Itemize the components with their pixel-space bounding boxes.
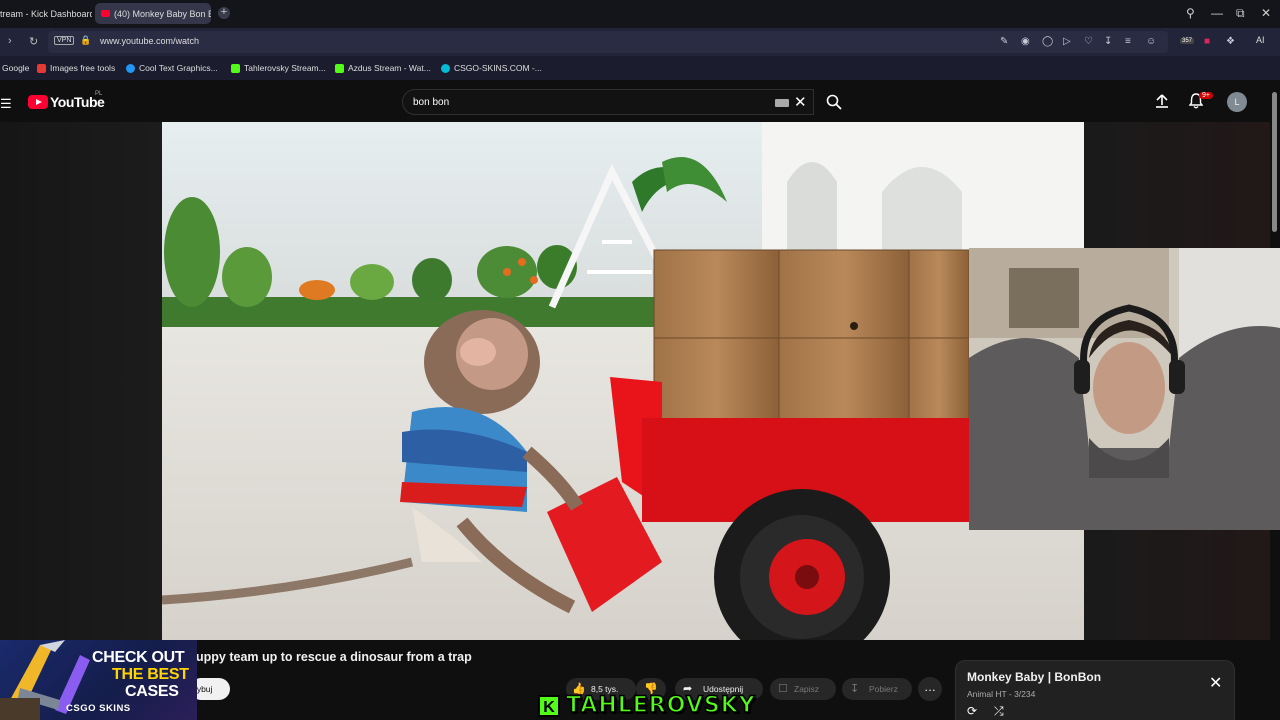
bookmark-csgo-skins[interactable]: CSGO-SKINS.COM -...: [441, 63, 542, 73]
more-actions-button[interactable]: …: [918, 677, 942, 701]
playlist-subtitle: Animal HT - 3/234: [967, 689, 1036, 699]
streamer-name: TAHLEROVSKY: [565, 692, 756, 719]
restore-icon[interactable]: ⧉: [1236, 6, 1245, 21]
loop-icon[interactable]: ⟳: [967, 704, 977, 718]
search-input[interactable]: bon bon ✕: [402, 89, 814, 115]
youtube-logo[interactable]: YouTube PL: [28, 91, 105, 110]
screen: tream - Kick Dashboard (40) Monkey Baby …: [0, 0, 1280, 720]
download-button[interactable]: ↧ Pobierz: [842, 678, 912, 700]
bookmark-azdus-stream[interactable]: Azdus Stream - Wat...: [335, 63, 431, 73]
player-left-backdrop: [0, 122, 162, 642]
download-icon[interactable]: ↧: [1104, 36, 1112, 47]
search-tabs-icon[interactable]: ⚲: [1186, 6, 1195, 20]
ad-headline-3: CASES: [125, 683, 179, 700]
save-button[interactable]: ☐ Zapisz: [770, 678, 836, 700]
browser-tab-bar: tream - Kick Dashboard (40) Monkey Baby …: [0, 0, 1280, 28]
avatar[interactable]: L: [1227, 92, 1247, 112]
shuffle-icon[interactable]: ⤮: [994, 704, 1004, 719]
edit-icon[interactable]: ✎: [1000, 36, 1008, 47]
bookmark-label: Cool Text Graphics...: [139, 63, 218, 73]
keyboard-icon[interactable]: [775, 99, 789, 107]
download-arrow-icon: ↧: [850, 683, 860, 695]
url-text[interactable]: www.youtube.com/watch: [100, 36, 199, 46]
extension-counter-badge[interactable]: 357: [1180, 38, 1195, 44]
youtube-header: ☰ YouTube PL bon bon ✕ 9+ L: [0, 80, 1280, 122]
kick-icon: [231, 63, 240, 73]
country-code: PL: [95, 91, 103, 97]
video-frame-image: [162, 122, 1084, 640]
play-icon[interactable]: ▷: [1063, 36, 1071, 47]
browser-address-bar: › ↻ VPN 🔒 www.youtube.com/watch ✎ ◉ ◯ ▷ …: [0, 28, 1280, 56]
page-scrollbar-thumb[interactable]: [1272, 92, 1277, 232]
close-playlist-icon[interactable]: ✕: [1209, 673, 1222, 693]
bookmark-favicon-icon: [37, 63, 46, 73]
bookmark-tahlerovsky-stream[interactable]: Tahlerovsky Stream...: [231, 63, 326, 73]
close-window-icon[interactable]: ✕: [1261, 6, 1271, 20]
tab-youtube-video[interactable]: (40) Monkey Baby Bon Bo: [95, 3, 211, 24]
playlist-title: Monkey Baby | BonBon: [967, 670, 1102, 684]
minimize-icon[interactable]: —: [1211, 6, 1223, 20]
bookmarks-bar: Google Images free tools Cool Text Graph…: [0, 56, 1280, 80]
youtube-favicon-icon: [101, 10, 110, 17]
hamburger-menu-icon[interactable]: ☰: [0, 96, 12, 112]
bookmark-label: CSGO-SKINS.COM -...: [454, 63, 542, 73]
bookmark-favicon-icon: [441, 63, 450, 73]
camera-icon[interactable]: ◉: [1021, 36, 1030, 47]
bookmark-google[interactable]: Google: [2, 63, 29, 73]
playlist-panel[interactable]: Monkey Baby | BonBon Animal HT - 3/234 ✕…: [955, 660, 1235, 720]
search-icon: [826, 94, 842, 110]
video-player[interactable]: [162, 122, 1084, 640]
ad-headline-2: THE BEST: [112, 666, 189, 683]
tab-label: tream - Kick Dashboard: [0, 8, 92, 19]
webcam-image: [969, 248, 1280, 530]
kick-icon: [335, 63, 344, 73]
bookmark-label: Tahlerovsky Stream...: [244, 63, 326, 73]
lock-icon[interactable]: 🔒: [80, 35, 91, 46]
download-label: Pobierz: [869, 684, 898, 694]
ad-headline-1: CHECK OUT: [92, 649, 185, 666]
kick-logo-icon: K: [538, 694, 560, 717]
bookmark-icon: ☐: [778, 683, 788, 695]
menu-icon[interactable]: ≡: [1125, 36, 1131, 47]
shield-icon[interactable]: ◯: [1042, 36, 1053, 47]
heart-icon[interactable]: ♡: [1084, 36, 1093, 47]
bookmark-images-free-tools[interactable]: Images free tools: [37, 63, 115, 73]
forward-icon[interactable]: ›: [8, 35, 12, 47]
clear-search-icon[interactable]: ✕: [794, 93, 807, 111]
tab-label: (40) Monkey Baby Bon Bo: [114, 8, 211, 19]
vpn-badge[interactable]: VPN: [54, 36, 75, 45]
profile-icon[interactable]: ☺: [1146, 36, 1156, 47]
bookmark-label: Images free tools: [50, 63, 116, 73]
tab-kick-dashboard[interactable]: tream - Kick Dashboard: [0, 3, 92, 24]
extension-icon[interactable]: ■: [1204, 36, 1210, 47]
search-button[interactable]: [814, 89, 854, 115]
bookmark-label: Azdus Stream - Wat...: [348, 63, 431, 73]
notifications-badge: 9+: [1199, 92, 1213, 99]
ai-button[interactable]: AI: [1256, 35, 1265, 45]
video-title: uppy team up to rescue a dinosaur from a…: [196, 650, 472, 664]
youtube-play-icon: [28, 95, 48, 109]
save-label: Zapisz: [794, 684, 820, 694]
new-tab-button[interactable]: +: [218, 7, 230, 19]
create-upload-icon[interactable]: [1155, 94, 1169, 113]
search-query: bon bon: [413, 97, 450, 108]
streamer-name-overlay: K TAHLEROVSKY: [538, 692, 756, 719]
streamer-webcam: [969, 248, 1280, 530]
bookmark-favicon-icon: [126, 63, 135, 73]
ad-brand-logo: CSGO SKINS: [66, 703, 131, 714]
bookmark-label: Google: [2, 63, 30, 73]
reload-icon[interactable]: ↻: [29, 35, 38, 48]
bookmark-cool-text[interactable]: Cool Text Graphics...: [126, 63, 218, 73]
cube-icon[interactable]: ❖: [1226, 36, 1235, 47]
